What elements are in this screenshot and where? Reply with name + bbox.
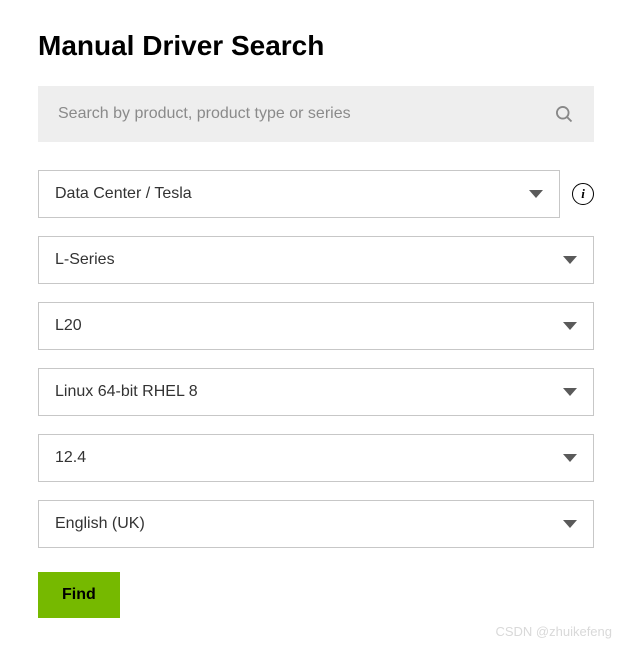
page-title: Manual Driver Search — [38, 30, 594, 62]
chevron-down-icon — [563, 388, 577, 396]
chevron-down-icon — [529, 190, 543, 198]
search-container — [38, 86, 594, 142]
chevron-down-icon — [563, 256, 577, 264]
os-value: Linux 64-bit RHEL 8 — [55, 383, 198, 401]
cuda-value: 12.4 — [55, 449, 86, 467]
product-select[interactable]: L20 — [38, 302, 594, 350]
product-type-value: Data Center / Tesla — [55, 185, 192, 203]
search-input[interactable] — [58, 105, 554, 123]
os-select[interactable]: Linux 64-bit RHEL 8 — [38, 368, 594, 416]
language-select[interactable]: English (UK) — [38, 500, 594, 548]
chevron-down-icon — [563, 520, 577, 528]
series-select[interactable]: L-Series — [38, 236, 594, 284]
watermark: CSDN @zhuikefeng — [495, 624, 612, 639]
cuda-select[interactable]: 12.4 — [38, 434, 594, 482]
product-value: L20 — [55, 317, 82, 335]
search-icon[interactable] — [554, 104, 574, 124]
product-type-select[interactable]: Data Center / Tesla — [38, 170, 560, 218]
chevron-down-icon — [563, 322, 577, 330]
info-icon[interactable]: i — [572, 183, 594, 205]
language-value: English (UK) — [55, 515, 145, 533]
chevron-down-icon — [563, 454, 577, 462]
find-button[interactable]: Find — [38, 572, 120, 618]
series-value: L-Series — [55, 251, 115, 269]
